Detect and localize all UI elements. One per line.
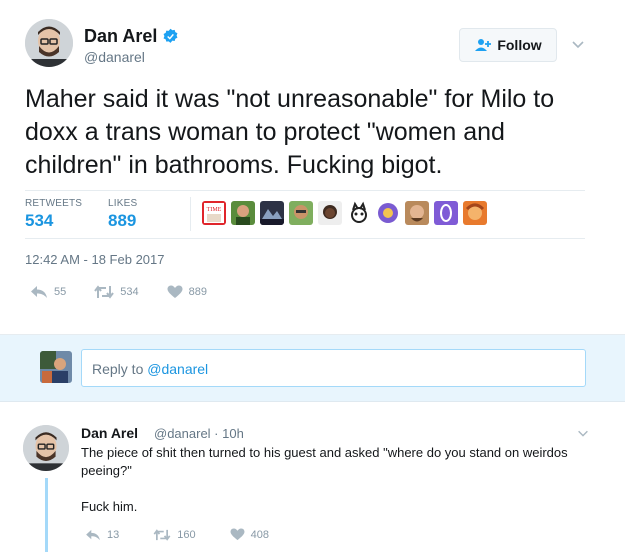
liker-avatar-4[interactable] [289, 201, 313, 225]
reply-tweet-actions: 13 160 408 [85, 528, 303, 541]
follow-button[interactable]: Follow [459, 28, 557, 62]
add-user-icon [475, 39, 492, 51]
heart-icon [230, 528, 245, 541]
like-count: 889 [188, 286, 207, 298]
retweets-label: RETWEETS [25, 198, 83, 209]
tweet-timestamp[interactable]: 12:42 AM - 18 Feb 2017 [25, 252, 164, 267]
reply-placeholder-prefix: Reply to [92, 361, 148, 377]
author-display-name[interactable]: Dan Arel [84, 26, 157, 47]
divider [25, 238, 585, 239]
like-button[interactable]: 408 [230, 528, 269, 541]
svg-text:TIME: TIME [207, 207, 222, 213]
reply-button[interactable]: 13 [85, 529, 119, 541]
retweet-icon [153, 528, 171, 541]
reply-input[interactable]: Reply to @danarel [81, 349, 586, 387]
reply-button[interactable]: 55 [30, 285, 66, 299]
retweets-count[interactable]: 534 [25, 211, 53, 231]
liker-avatar-2[interactable] [231, 201, 255, 225]
current-user-avatar [40, 351, 72, 383]
tweet-text: Maher said it was "not unreasonable" for… [25, 85, 555, 179]
stat-divider [190, 197, 191, 231]
reply-tweet-text: The piece of shit then turned to his gue… [81, 445, 568, 478]
reply-count: 13 [107, 528, 120, 541]
author-avatar[interactable] [25, 19, 73, 67]
heart-icon [167, 285, 183, 298]
reply-author-avatar[interactable] [23, 425, 69, 471]
likes-count[interactable]: 889 [108, 211, 136, 231]
liker-avatar-6[interactable] [347, 201, 371, 225]
chevron-down-icon[interactable] [576, 426, 590, 440]
time-magazine-avatar[interactable]: TIME [202, 201, 226, 225]
like-count: 408 [250, 528, 269, 541]
reply-icon [86, 529, 100, 540]
reply-author-meta[interactable]: @danarel · 10h [154, 426, 244, 441]
retweet-count: 534 [120, 286, 139, 298]
reply-icon [31, 286, 47, 298]
likes-label: LIKES [108, 198, 138, 209]
verified-badge-icon [162, 28, 179, 45]
retweet-icon [94, 285, 115, 299]
retweet-count: 160 [177, 528, 196, 541]
retweet-button[interactable]: 534 [94, 285, 139, 299]
chevron-down-icon[interactable] [570, 36, 586, 52]
divider [25, 190, 585, 191]
liker-avatar-5[interactable] [318, 201, 342, 225]
thread-connector [45, 478, 48, 552]
liker-avatar-10[interactable] [463, 201, 487, 225]
reply-author-name[interactable]: Dan Arel [81, 425, 138, 441]
retweet-button[interactable]: 160 [153, 528, 196, 541]
like-button[interactable]: 889 [167, 285, 207, 299]
liker-avatar-8[interactable] [405, 201, 429, 225]
liker-avatar-3[interactable] [260, 201, 284, 225]
reply-tweet-text-2: Fuck him. [81, 499, 138, 514]
author-handle[interactable]: @danarel [84, 49, 145, 65]
liker-avatar-9[interactable] [434, 201, 458, 225]
likers-avatars: TIME [202, 201, 487, 225]
reply-placeholder-mention: @danarel [147, 361, 209, 377]
reply-count: 55 [54, 286, 67, 298]
tweet-actions: 55 534 889 [30, 285, 235, 299]
follow-label: Follow [497, 37, 542, 53]
liker-avatar-7[interactable] [376, 201, 400, 225]
